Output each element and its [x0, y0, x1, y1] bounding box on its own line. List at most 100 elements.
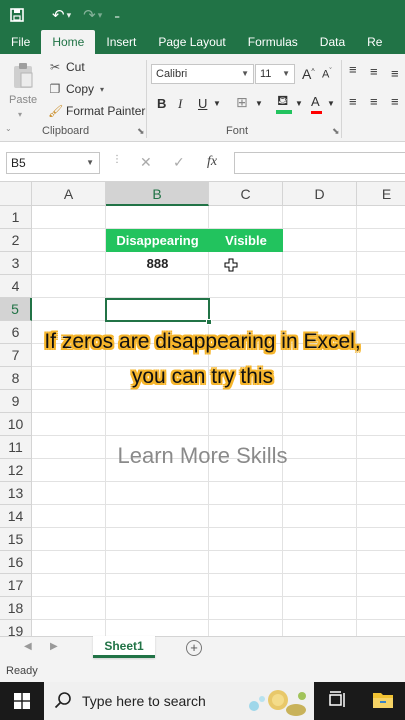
font-color-button[interactable]: A — [311, 94, 322, 114]
row-header[interactable]: 1 — [0, 206, 32, 229]
row-header[interactable]: 3 — [0, 252, 32, 275]
align-center-icon: ≡ — [370, 94, 378, 109]
undo-dropdown-icon[interactable]: ▾ — [67, 10, 72, 21]
paste-dropdown-icon[interactable]: ▾ — [18, 110, 22, 119]
font-color-dropdown-icon[interactable]: ▼ — [327, 99, 335, 108]
undo-icon: ↶ — [52, 7, 65, 24]
row-header[interactable]: 17 — [0, 574, 32, 597]
gridline — [32, 297, 405, 298]
borders-button[interactable]: ⊞ — [236, 94, 248, 111]
font-color-icon: A — [311, 94, 320, 109]
font-launcher-icon[interactable]: ⬊ — [332, 126, 340, 137]
cell-c2[interactable]: Visible — [209, 229, 283, 252]
align-bottom-button[interactable]: ≡ — [391, 66, 399, 81]
bold-button[interactable]: B — [157, 96, 166, 111]
sheet-tab-sheet1[interactable]: Sheet1 — [93, 636, 155, 658]
copy-label: Copy — [66, 82, 95, 96]
insert-function-icon[interactable]: fx — [207, 154, 217, 170]
borders-icon: ⊞ — [236, 94, 248, 110]
gridline — [32, 527, 405, 528]
previous-sheet-icon[interactable]: ◀ — [24, 641, 32, 652]
tab-file[interactable]: File — [0, 30, 41, 54]
row-header[interactable]: 4 — [0, 275, 32, 298]
column-header-a[interactable]: A — [32, 182, 106, 206]
customize-quick-access-button[interactable]: ₌ — [114, 9, 120, 22]
font-name-select[interactable]: Calibri ▼ — [151, 64, 254, 84]
next-sheet-icon[interactable]: ▶ — [50, 641, 58, 652]
title-bar: ↶ ▾ ↷ ▾ ₌ — [0, 0, 405, 30]
save-button[interactable] — [10, 8, 24, 22]
column-header-e[interactable]: E — [357, 182, 405, 206]
align-center-button[interactable]: ≡ — [370, 94, 378, 109]
grow-font-button[interactable]: A^ — [302, 66, 315, 82]
align-middle-button[interactable]: ≡ — [370, 64, 378, 79]
cut-button[interactable]: ✂ Cut — [48, 60, 85, 74]
tab-data[interactable]: Data — [309, 30, 356, 54]
row-header[interactable]: 18 — [0, 597, 32, 620]
column-header-d[interactable]: D — [283, 182, 357, 206]
shrink-font-button[interactable]: Aˇ — [322, 68, 332, 81]
row-header[interactable]: 15 — [0, 528, 32, 551]
cell-b3[interactable]: 888 — [106, 252, 209, 275]
italic-button[interactable]: I — [178, 96, 182, 112]
row-header[interactable]: 19 — [0, 620, 32, 636]
font-group-label: Font — [226, 125, 249, 137]
align-top-icon: ≡ — [349, 62, 357, 77]
fill-handle[interactable] — [206, 319, 212, 325]
row-header[interactable]: 5 — [0, 298, 32, 321]
row-header[interactable]: 9 — [0, 390, 32, 413]
clipboard-launcher-icon[interactable]: ⬊ — [137, 126, 145, 137]
copy-dropdown-icon[interactable]: ▾ — [100, 85, 104, 94]
align-right-icon: ≡ — [391, 94, 399, 109]
tab-review[interactable]: Re — [356, 30, 393, 54]
fill-color-dropdown-icon[interactable]: ▼ — [295, 99, 303, 108]
active-cell-selection[interactable] — [105, 298, 210, 322]
file-explorer-icon[interactable] — [372, 690, 394, 710]
redo-dropdown-icon[interactable]: ▾ — [98, 10, 103, 21]
paste-icon — [14, 63, 33, 88]
row-header[interactable]: 2 — [0, 229, 32, 252]
worksheet-grid[interactable]: A B C D E 1 2 3 4 5 6 7 8 9 10 11 12 13 … — [0, 182, 405, 636]
enter-icon[interactable]: ✓ — [173, 154, 185, 171]
tab-insert[interactable]: Insert — [95, 30, 147, 54]
taskbar-search-box[interactable]: Type here to search — [44, 682, 314, 720]
fill-color-button[interactable]: ⛾ — [276, 92, 292, 114]
paint-bucket-icon: ⛾ — [277, 92, 289, 108]
borders-dropdown-icon[interactable]: ▼ — [255, 99, 263, 108]
tab-home[interactable]: Home — [41, 30, 96, 54]
cut-label: Cut — [66, 60, 85, 74]
copy-icon: ❐ — [49, 82, 61, 96]
row-header[interactable]: 10 — [0, 413, 32, 436]
row-header[interactable]: 13 — [0, 482, 32, 505]
font-size-select[interactable]: 11 ▼ — [255, 64, 295, 84]
column-header-b[interactable]: B — [106, 182, 209, 206]
select-all-corner[interactable] — [0, 182, 32, 206]
add-sheet-icon[interactable]: + — [186, 640, 202, 656]
row-header[interactable]: 16 — [0, 551, 32, 574]
format-painter-button[interactable]: 🖌 Format Painter — [48, 104, 145, 118]
ribbon-tabs: File Home Insert Page Layout Formulas Da… — [0, 30, 405, 54]
chevron-down-icon: ⌄ — [5, 124, 12, 133]
windows-start-icon[interactable] — [14, 693, 30, 709]
align-bottom-icon: ≡ — [391, 66, 399, 81]
cell-c3[interactable] — [209, 252, 283, 275]
column-header-c[interactable]: C — [209, 182, 283, 206]
tab-page-layout[interactable]: Page Layout — [147, 30, 236, 54]
row-header[interactable]: 14 — [0, 505, 32, 528]
align-top-button[interactable]: ≡ — [349, 62, 357, 77]
task-view-icon[interactable] — [328, 690, 348, 710]
redo-button[interactable]: ↷ ▾ — [83, 6, 102, 24]
copy-button[interactable]: ❐ Copy ▾ — [48, 82, 104, 96]
undo-button[interactable]: ↶ ▾ — [52, 6, 71, 24]
tab-formulas[interactable]: Formulas — [237, 30, 309, 54]
cell-b2[interactable]: Disappearing — [106, 229, 209, 252]
name-box[interactable]: B5 ▼ — [6, 152, 100, 174]
align-left-button[interactable]: ≡ — [349, 94, 357, 109]
formula-input[interactable] — [234, 152, 405, 174]
underline-button[interactable]: U — [198, 96, 207, 111]
underline-dropdown-icon[interactable]: ▼ — [213, 99, 221, 108]
cancel-icon[interactable]: ✕ — [140, 154, 152, 171]
cell-cursor-icon — [224, 258, 238, 272]
chevron-down-icon: ▼ — [86, 158, 94, 167]
align-right-button[interactable]: ≡ — [391, 94, 399, 109]
